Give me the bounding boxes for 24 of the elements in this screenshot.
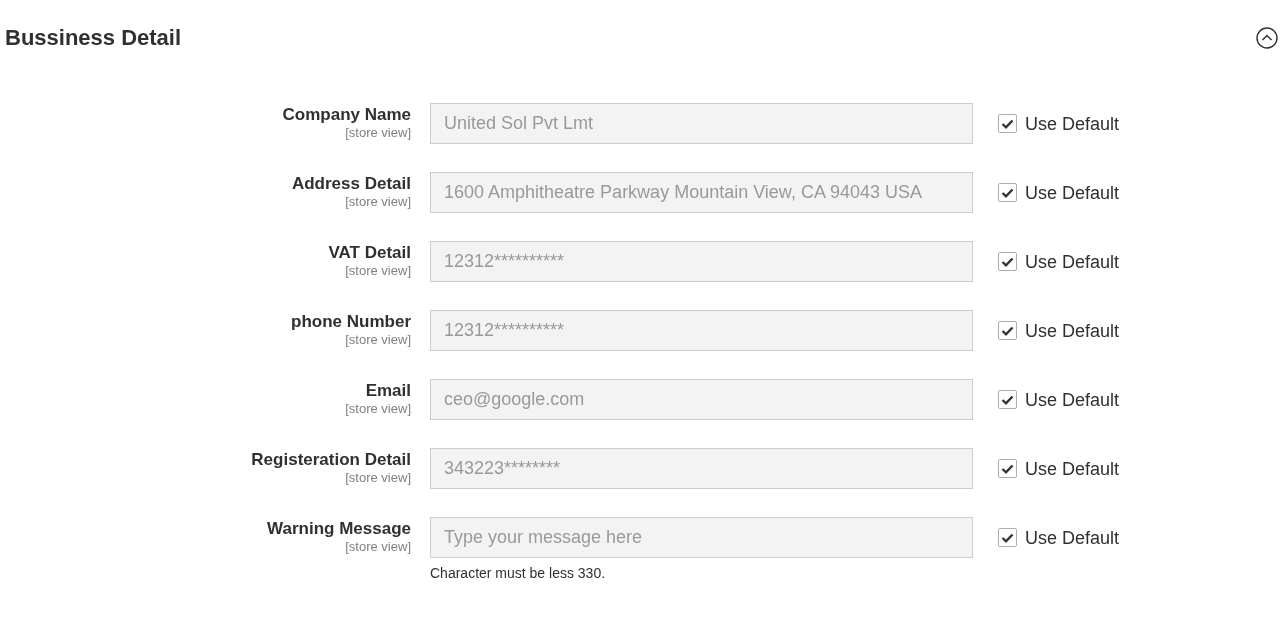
scope-label: [store view] (345, 401, 411, 417)
field-note: Character must be less 330. (430, 564, 607, 582)
collapse-icon[interactable] (1256, 27, 1278, 49)
section-title: Bussiness Detail (5, 25, 182, 51)
field-label: Company Name (282, 105, 411, 125)
scope-label: [store view] (345, 539, 411, 555)
field-label: Email (365, 381, 411, 401)
field-label: Registeration Detail (251, 450, 411, 470)
scope-label: [store view] (345, 125, 411, 141)
checkmark-icon (1001, 187, 1014, 198)
scope-label: [store view] (345, 263, 411, 279)
field-label: VAT Detail (328, 243, 411, 263)
checkmark-icon (1001, 532, 1014, 543)
checkmark-icon (1001, 394, 1014, 405)
checkmark-icon (1001, 463, 1014, 474)
field-label: Address Detail (291, 174, 411, 194)
scope-label: [store view] (345, 332, 411, 348)
checkmark-icon (1001, 256, 1014, 267)
checkmark-icon (1001, 325, 1014, 336)
checkmark-icon (1001, 118, 1014, 129)
scope-label: [store view] (345, 194, 411, 210)
field-label: Warning Message (267, 519, 411, 539)
scope-label: [store view] (345, 470, 411, 486)
field-label: phone Number (291, 312, 411, 332)
